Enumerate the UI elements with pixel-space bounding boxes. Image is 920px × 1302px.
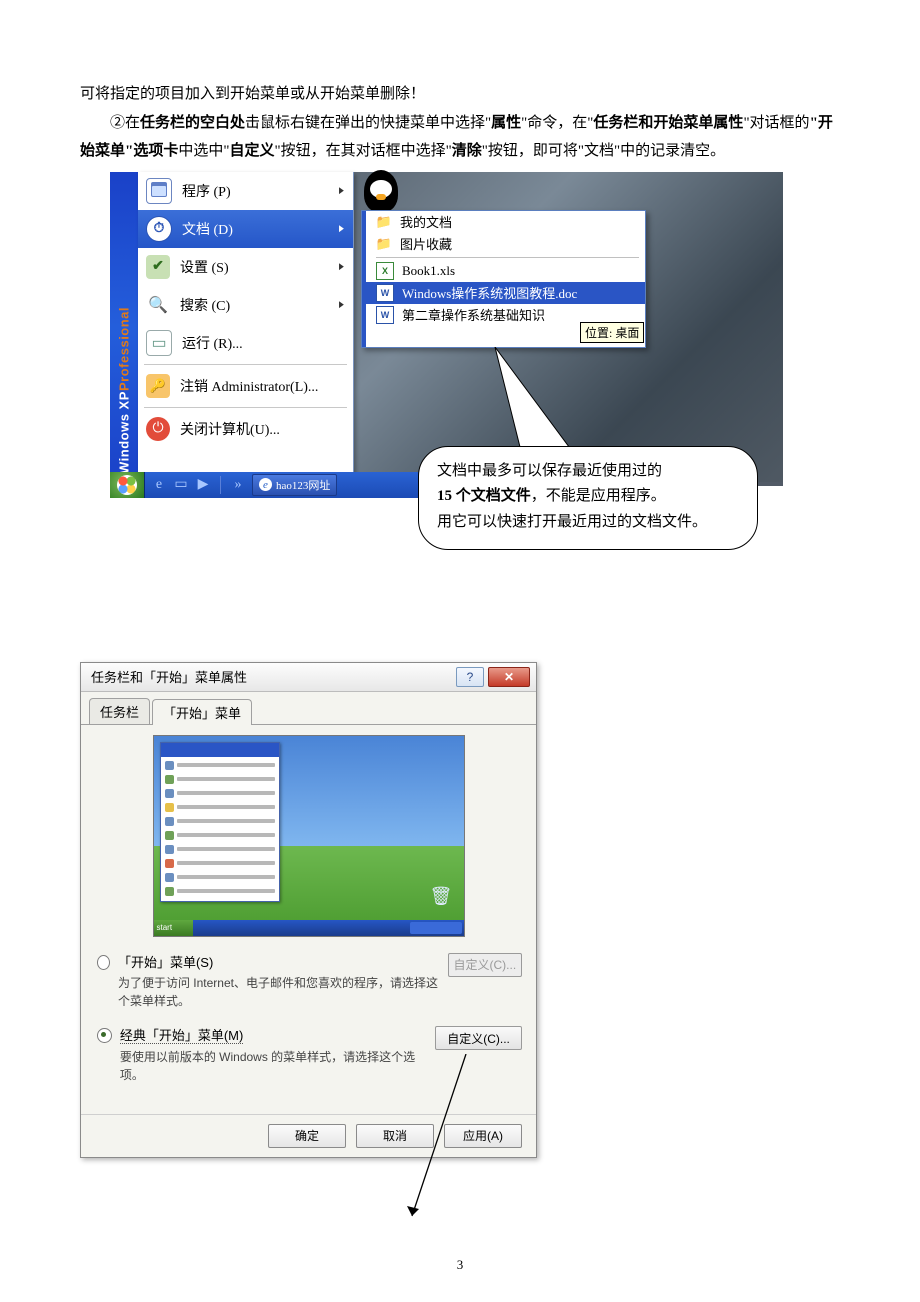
dialog-title-text: 任务栏和「开始」菜单属性: [91, 667, 247, 686]
preview-image: start: [153, 735, 465, 937]
menu-logoff[interactable]: 注销 Administrator(L)...: [138, 367, 353, 405]
menu-separator: [144, 407, 347, 408]
start-menu: 程序 (P) 文档 (D) 设置 (S) 搜索 (C) 运行 (R)...: [138, 172, 354, 482]
documents-icon: [146, 216, 172, 242]
wmp-icon[interactable]: ▶: [195, 477, 211, 493]
menu-shutdown[interactable]: 关闭计算机(U)...: [138, 410, 353, 448]
close-button[interactable]: ✕: [488, 667, 530, 687]
menu-run[interactable]: 运行 (R)...: [138, 324, 353, 362]
preview-tray: [410, 922, 462, 934]
start-button[interactable]: [110, 472, 145, 498]
taskbar-item[interactable]: hao123网址: [252, 474, 337, 496]
option-start-menu[interactable]: 「开始」菜单(S) 为了便于访问 Internet、电子邮件和您喜欢的程序，请选…: [95, 953, 522, 1011]
radio-unchecked[interactable]: [97, 955, 110, 970]
radio-checked[interactable]: [97, 1028, 112, 1043]
menu-documents[interactable]: 文档 (D): [138, 210, 353, 248]
programs-icon: [146, 178, 172, 204]
submenu-tutorial[interactable]: Windows操作系统视图教程.doc: [362, 282, 645, 304]
folder-icon: [376, 214, 392, 230]
shutdown-icon: [146, 417, 170, 441]
word-icon: [376, 284, 394, 302]
submenu-pictures[interactable]: 图片收藏: [362, 233, 645, 255]
callout-bubble: 文档中最多可以保存最近使用过的 15 个文档文件，不能是应用程序。 用它可以快速…: [418, 446, 758, 551]
run-icon: [146, 330, 172, 356]
help-button[interactable]: ?: [456, 667, 484, 687]
submenu-mydocs[interactable]: 我的文档: [362, 211, 645, 233]
menu-search[interactable]: 搜索 (C): [138, 286, 353, 324]
chevron-icon[interactable]: »: [230, 477, 246, 493]
customize-button-disabled: 自定义(C)...: [448, 953, 522, 977]
excel-icon: [376, 262, 394, 280]
submenu-book1[interactable]: Book1.xls: [362, 260, 645, 282]
ok-button[interactable]: 确定: [268, 1124, 346, 1148]
tab-taskbar[interactable]: 任务栏: [89, 698, 150, 724]
qq-penguin-icon: [364, 170, 398, 212]
search-icon: [146, 293, 170, 317]
taskbar: e ▭ ▶ » hao123网址: [110, 472, 443, 498]
submenu-separator: [376, 257, 639, 258]
customize-button[interactable]: 自定义(C)...: [435, 1026, 522, 1050]
arrow-line: [390, 1054, 510, 1234]
tab-start-menu[interactable]: 「开始」菜单: [152, 699, 252, 725]
location-tooltip: 位置: 桌面: [580, 322, 644, 343]
folder-icon: [376, 236, 392, 252]
preview-start-button: start: [154, 920, 193, 936]
desktop-icon[interactable]: ▭: [173, 477, 189, 493]
start-menu-screenshot: Windows XP Professional 程序 (P) 文档 (D) 设置…: [110, 172, 810, 592]
ie-icon[interactable]: e: [151, 477, 167, 493]
paragraph-2: ②在任务栏的空白处击鼠标右键在弹出的快捷菜单中选择"属性"命令，在"任务栏和开始…: [80, 109, 840, 166]
menu-programs[interactable]: 程序 (P): [138, 172, 353, 210]
recycle-bin-icon: [430, 886, 452, 912]
tab-strip: 任务栏 「开始」菜单: [81, 692, 536, 725]
intro-line: 可将指定的项目加入到开始菜单或从开始菜单删除！: [80, 80, 840, 109]
menu-separator: [144, 364, 347, 365]
word-icon: [376, 306, 394, 324]
menu-settings[interactable]: 设置 (S): [138, 248, 353, 286]
settings-icon: [146, 255, 170, 279]
xp-brand-strip: Windows XP Professional: [110, 172, 138, 482]
page-number: 3: [80, 1257, 840, 1273]
dialog-titlebar: 任务栏和「开始」菜单属性 ? ✕: [81, 663, 536, 692]
taskbar-properties-screenshot: 任务栏和「开始」菜单属性 ? ✕ 任务栏 「开始」菜单: [80, 662, 535, 1247]
logoff-icon: [146, 374, 170, 398]
bubble-tail: [465, 347, 585, 457]
